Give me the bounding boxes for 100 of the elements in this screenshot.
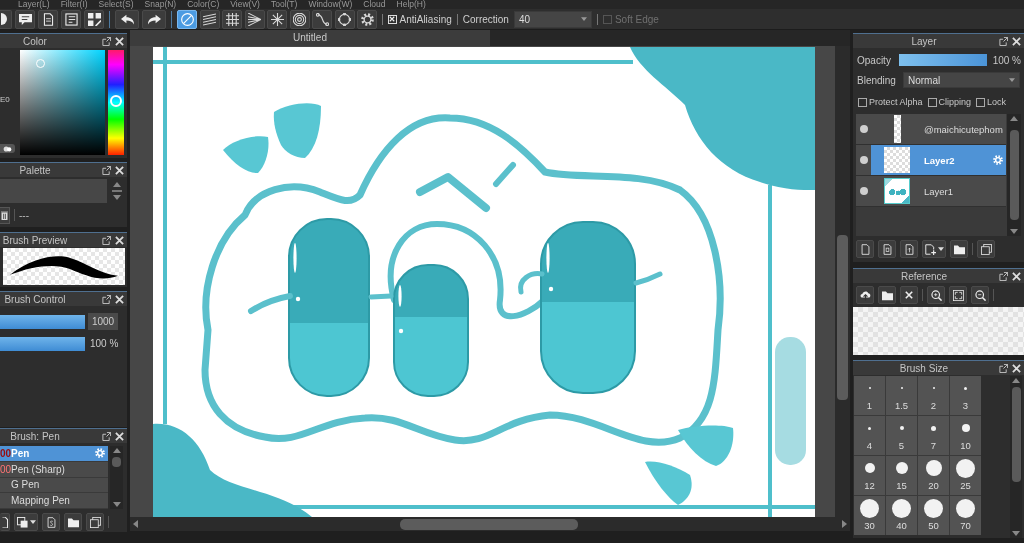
brush-size-item[interactable]: 15 <box>886 456 917 495</box>
redo-button[interactable] <box>142 9 166 29</box>
page-button[interactable] <box>0 513 10 531</box>
close-icon[interactable] <box>1012 363 1021 373</box>
menu-item[interactable]: View(V) <box>230 0 260 9</box>
tiles-button[interactable] <box>84 9 104 29</box>
scrollbar-thumb[interactable] <box>1009 130 1019 220</box>
snap-mode-button[interactable] <box>334 9 355 29</box>
close-icon[interactable] <box>115 235 124 245</box>
add-page-dropdown-button[interactable] <box>922 240 946 258</box>
undo-button[interactable] <box>115 9 139 29</box>
scrollbar[interactable] <box>110 446 123 509</box>
hue-handle[interactable] <box>110 95 122 108</box>
snap-mode-button[interactable] <box>357 9 377 29</box>
fit-button[interactable] <box>949 286 967 304</box>
scroll-up-icon[interactable] <box>1012 378 1020 383</box>
popout-icon[interactable] <box>999 36 1008 46</box>
opacity-slider[interactable] <box>898 54 987 66</box>
menu-item[interactable]: Layer(L) <box>18 0 50 9</box>
scroll-down-icon[interactable] <box>1010 229 1018 234</box>
brush-size-item[interactable]: 7 <box>918 416 949 455</box>
popout-icon[interactable] <box>999 271 1008 281</box>
close-icon[interactable] <box>115 431 124 441</box>
close-icon[interactable] <box>115 165 124 175</box>
swatch-button[interactable] <box>0 144 15 153</box>
snap-mode-button[interactable] <box>289 9 310 29</box>
comment-button[interactable] <box>15 9 35 29</box>
scroll-down-icon[interactable] <box>112 502 121 507</box>
brush-size-item[interactable]: 50 <box>918 496 949 535</box>
popout-icon[interactable] <box>102 431 111 441</box>
close-icon[interactable] <box>115 36 124 46</box>
menu-item[interactable]: Help(H) <box>396 0 426 9</box>
page-button[interactable] <box>856 240 874 258</box>
scroll-left-icon[interactable] <box>133 520 138 528</box>
snap-mode-button[interactable] <box>244 9 265 29</box>
scrollbar-thumb[interactable] <box>837 235 848 400</box>
brush-size-item[interactable]: 30 <box>854 496 885 535</box>
page-button[interactable] <box>878 240 896 258</box>
snap-mode-button[interactable] <box>312 9 332 29</box>
scrollbar-thumb[interactable] <box>400 518 578 530</box>
slider-bar[interactable] <box>0 336 85 351</box>
scroll-down-icon[interactable] <box>113 195 121 200</box>
toolbar-button[interactable] <box>0 9 12 29</box>
blending-dropdown[interactable]: Normal <box>903 72 1020 88</box>
scrollbar-thumb[interactable] <box>112 457 121 467</box>
menu-item[interactable]: Filter(I) <box>60 0 88 9</box>
menu-item[interactable]: Tool(T) <box>270 0 298 9</box>
folder-button[interactable] <box>950 240 968 258</box>
scroll-up-icon[interactable] <box>1010 116 1018 121</box>
menu-item[interactable]: Cloud <box>363 0 386 9</box>
settings-icon[interactable] <box>993 155 1003 165</box>
brush-size-item[interactable]: 25 <box>950 456 981 495</box>
list-button[interactable] <box>61 9 81 29</box>
delete-button[interactable] <box>0 206 10 224</box>
scrollbar[interactable] <box>1007 114 1021 236</box>
snap-mode-button[interactable] <box>177 9 197 29</box>
brush-size-item[interactable]: 4 <box>854 416 885 455</box>
document-tab[interactable]: Untitled <box>130 30 490 46</box>
scrollbar[interactable] <box>1010 376 1022 538</box>
visibility-dot-icon[interactable] <box>859 156 868 164</box>
brush-size-item[interactable]: 10 <box>950 416 981 455</box>
close-button[interactable] <box>900 286 918 304</box>
antialiasing-checkbox[interactable] <box>387 14 397 24</box>
brush-size-item[interactable]: 40 <box>886 496 917 535</box>
copy-dropdown-button[interactable] <box>14 513 38 531</box>
scrollbar-thumb[interactable] <box>1011 387 1021 482</box>
close-icon[interactable] <box>1012 271 1021 281</box>
snap-mode-button[interactable] <box>199 9 220 29</box>
page-button[interactable] <box>38 9 58 29</box>
brush-size-item[interactable]: 1 <box>854 376 885 415</box>
menu-item[interactable]: Color(C) <box>187 0 220 9</box>
checkbox[interactable] <box>976 97 986 107</box>
folder-button[interactable] <box>878 286 896 304</box>
popout-icon[interactable] <box>999 363 1008 373</box>
visibility-dot-icon[interactable] <box>859 125 868 133</box>
brush-size-item[interactable]: 12 <box>854 456 885 495</box>
menu-item[interactable]: Window(W) <box>308 0 353 9</box>
popout-icon[interactable] <box>102 165 111 175</box>
settings-icon[interactable] <box>95 448 105 459</box>
size-field[interactable]: 1000 <box>88 313 118 330</box>
zoom-in-button[interactable] <box>927 286 945 304</box>
snap-mode-button[interactable] <box>267 9 287 29</box>
close-icon[interactable] <box>115 294 124 304</box>
brush-size-item[interactable]: 2 <box>918 376 949 415</box>
checkbox[interactable] <box>858 97 867 107</box>
slider-bar[interactable] <box>0 314 85 329</box>
upload-button[interactable] <box>856 286 874 304</box>
popout-icon[interactable] <box>102 235 111 245</box>
file-button[interactable] <box>42 513 60 531</box>
brush-size-item[interactable]: 70 <box>950 496 981 535</box>
popout-icon[interactable] <box>102 36 111 46</box>
brush-size-item[interactable]: 1.5 <box>886 376 917 415</box>
brush-size-item[interactable]: 3 <box>950 376 981 415</box>
saturation-value-field[interactable] <box>20 50 105 155</box>
brush-list-item[interactable]: Mapping Pen <box>0 493 108 509</box>
page-button[interactable] <box>900 240 918 258</box>
correction-dropdown[interactable]: 40 <box>513 10 592 28</box>
menu-item[interactable]: Select(S) <box>98 0 134 9</box>
scrollbar[interactable] <box>130 517 850 531</box>
folder-button[interactable] <box>64 513 82 531</box>
